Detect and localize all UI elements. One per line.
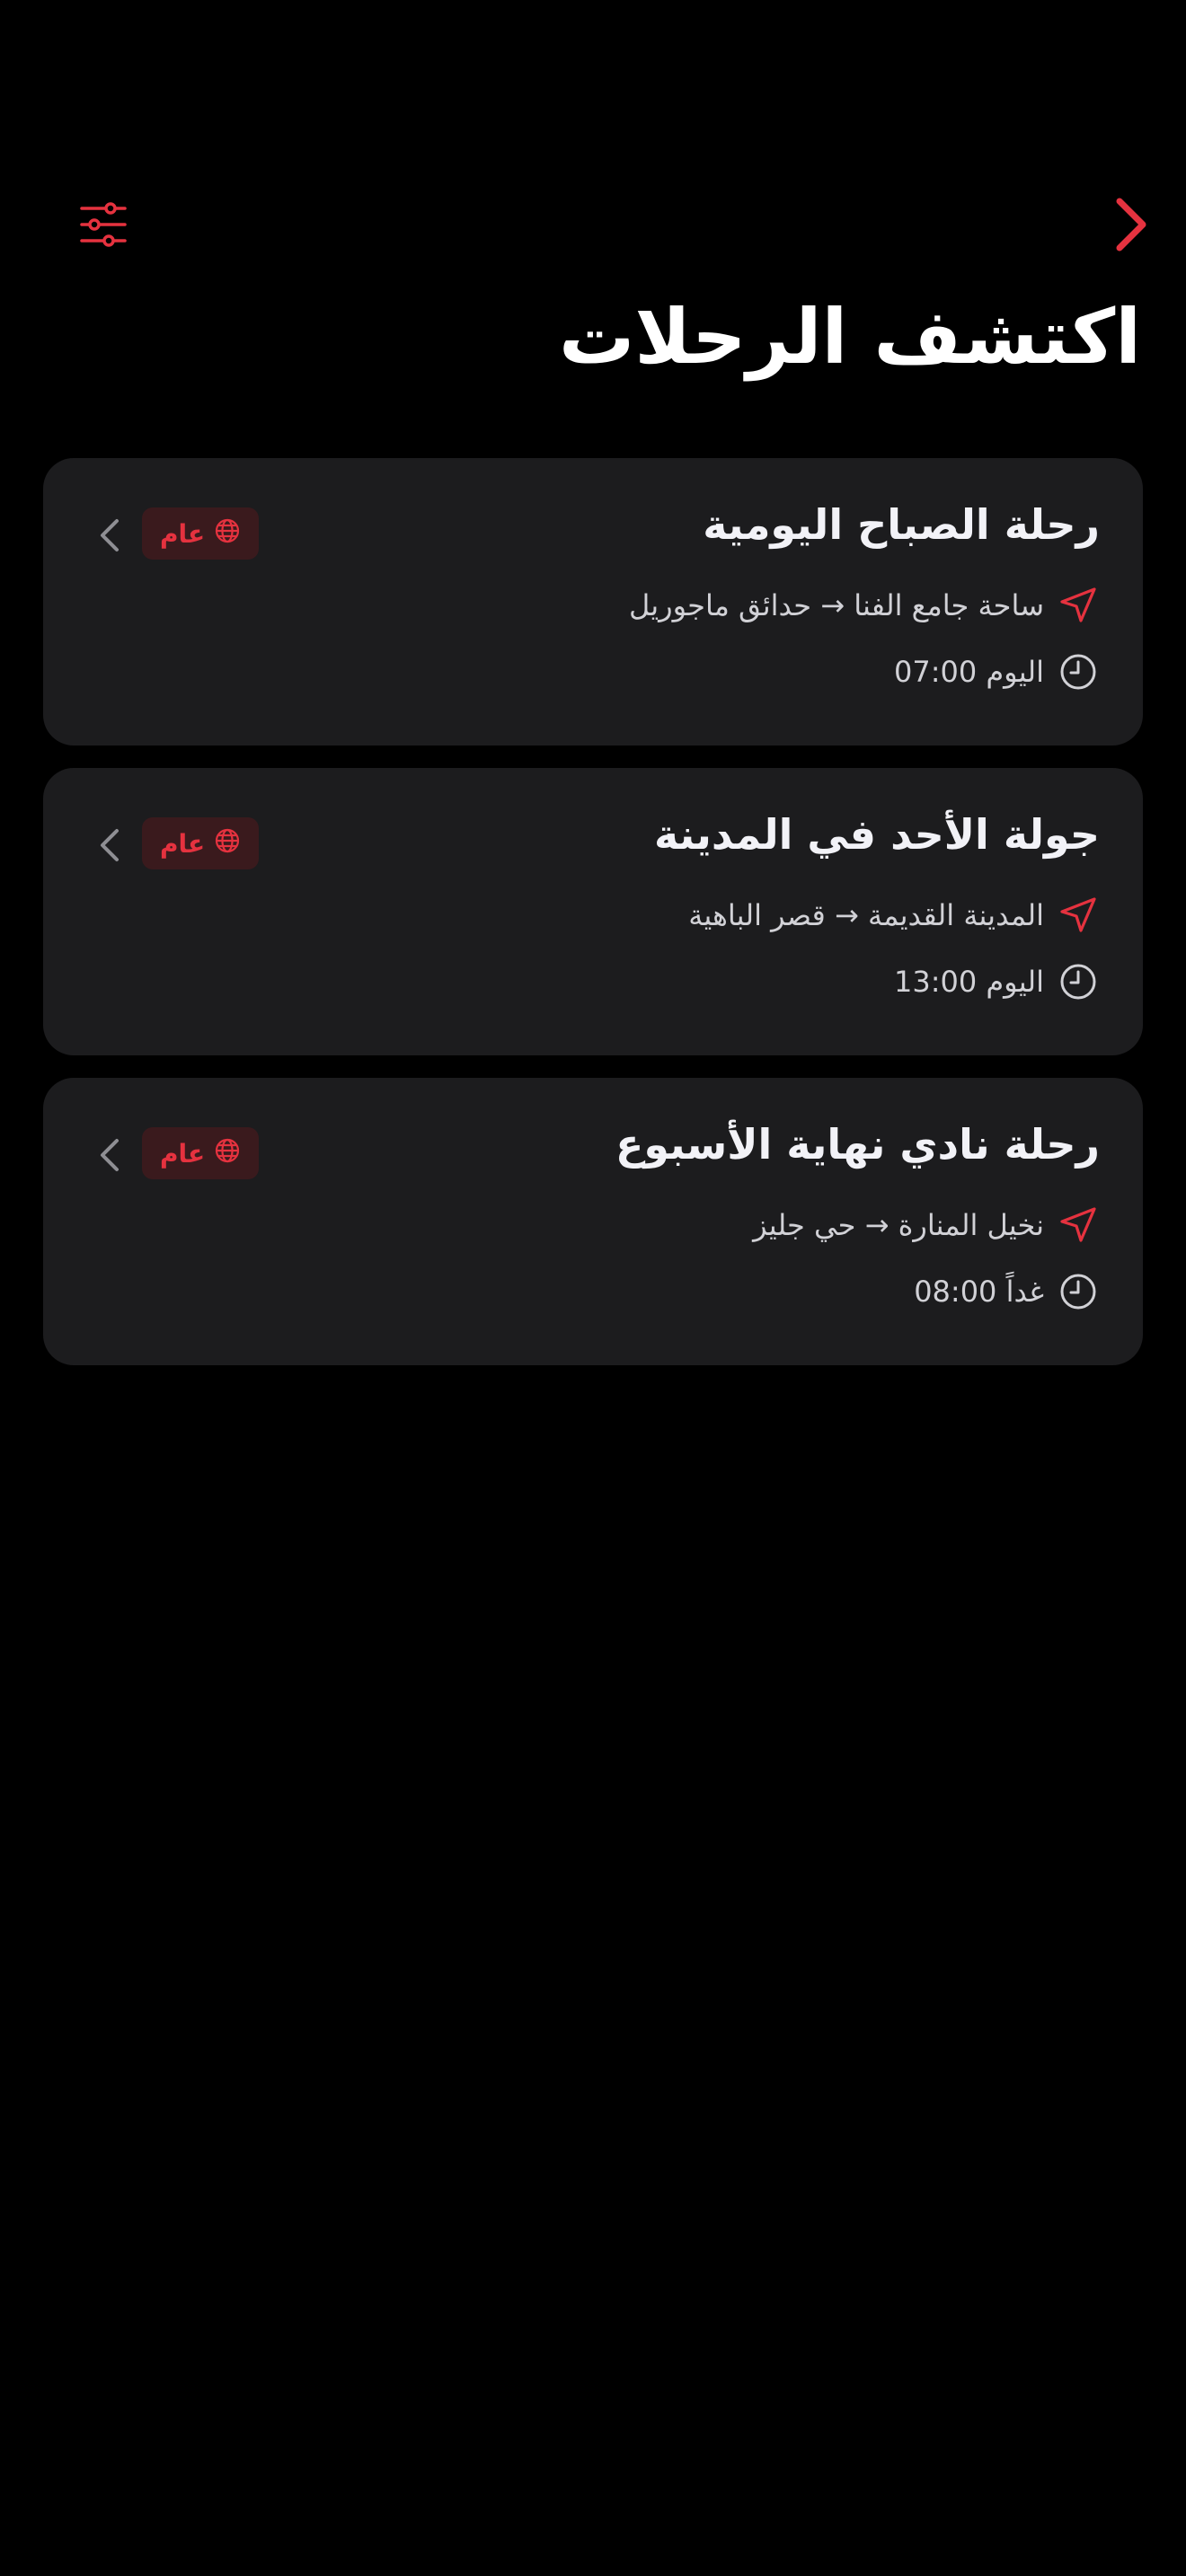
- badge-label: عام: [160, 1138, 206, 1169]
- clock-icon: [1057, 960, 1100, 1003]
- trip-route: ساحة جامع الفنا → حدائق ماجوريل: [629, 584, 1100, 627]
- back-button[interactable]: [1102, 189, 1159, 260]
- trip-card[interactable]: جولة الأحد في المدينة المدينة القديمة → …: [43, 768, 1143, 1055]
- trip-route: نخيل المنارة → حي جليز: [753, 1204, 1100, 1247]
- trip-time-text: غداً 08:00: [914, 1275, 1044, 1309]
- clock-icon: [1057, 650, 1100, 693]
- trip-name: جولة الأحد في المدينة: [653, 810, 1100, 859]
- page-title: اكتشف الرحلات: [558, 293, 1141, 381]
- filter-button[interactable]: [72, 193, 135, 256]
- visibility-badge: عام: [142, 507, 260, 560]
- badge-label: عام: [160, 828, 206, 859]
- trip-name: رحلة الصباح اليومية: [703, 500, 1100, 549]
- clock-icon: [1057, 1270, 1100, 1313]
- badge-label: عام: [160, 518, 206, 549]
- navigation-arrow-icon: [1057, 894, 1100, 937]
- trip-route: المدينة القديمة → قصر الباهية: [688, 894, 1100, 937]
- trip-time: غداً 08:00: [914, 1270, 1100, 1313]
- navigation-arrow-icon: [1057, 1204, 1100, 1247]
- trip-time-text: اليوم 07:00: [893, 655, 1044, 689]
- trip-route-text: المدينة القديمة → قصر الباهية: [688, 898, 1044, 932]
- trip-route-text: نخيل المنارة → حي جليز: [753, 1208, 1044, 1242]
- navigation-arrow-icon: [1057, 584, 1100, 627]
- chevron-left-icon: [93, 1135, 126, 1175]
- trip-time-text: اليوم 13:00: [893, 965, 1044, 999]
- trip-card[interactable]: رحلة الصباح اليومية ساحة جامع الفنا → حد…: [43, 458, 1143, 745]
- trip-time: اليوم 07:00: [894, 650, 1100, 693]
- trip-card[interactable]: رحلة نادي نهاية الأسبوع نخيل المنارة → ح…: [43, 1078, 1143, 1365]
- visibility-badge: عام: [142, 1127, 260, 1179]
- trip-time: اليوم 13:00: [894, 960, 1100, 1003]
- sliders-icon: [80, 202, 127, 247]
- trip-route-text: ساحة جامع الفنا → حدائق ماجوريل: [629, 588, 1044, 622]
- globe-icon: [214, 1137, 241, 1170]
- chevron-left-icon: [93, 516, 126, 555]
- chevron-left-icon: [93, 825, 126, 865]
- chevron-right-icon: [1116, 198, 1146, 251]
- trip-list: رحلة الصباح اليومية ساحة جامع الفنا → حد…: [43, 458, 1143, 1388]
- visibility-badge: عام: [142, 817, 260, 869]
- trip-name: رحلة نادي نهاية الأسبوع: [615, 1120, 1100, 1169]
- globe-icon: [214, 827, 241, 860]
- globe-icon: [214, 517, 241, 551]
